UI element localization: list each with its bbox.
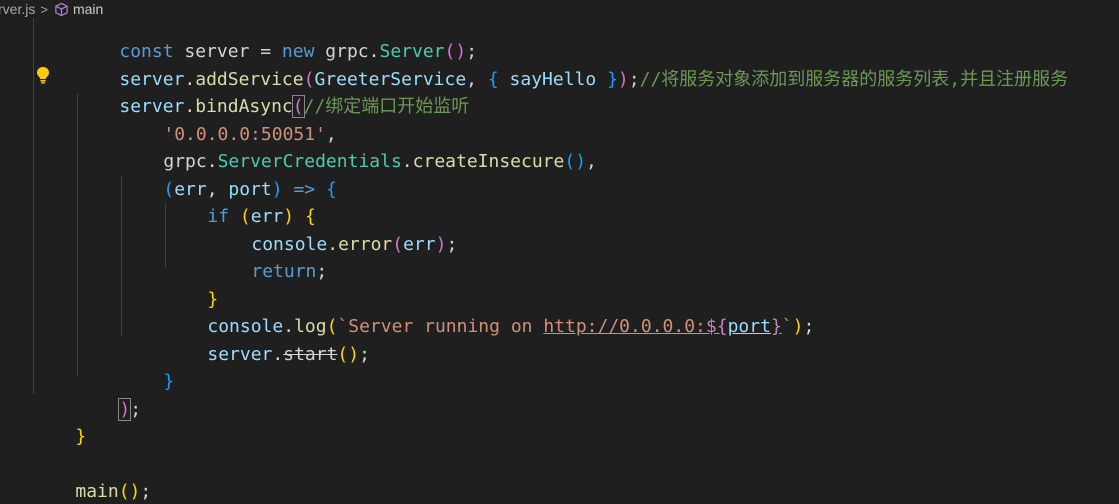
code-line-14: ); (76, 369, 141, 421)
token: ; (130, 399, 142, 420)
code-editor[interactable]: const server = new grpc.Server(); server… (0, 0, 1119, 504)
token: } (163, 371, 175, 392)
token: err (403, 234, 436, 255)
token: } (770, 316, 782, 337)
token: ; (140, 481, 152, 502)
token: , (586, 151, 597, 172)
breadcrumb: rver.js > main (0, 0, 1119, 18)
code-line-9: return; (208, 231, 327, 282)
token: . (401, 151, 413, 172)
code-line-6: (err, port) => { (120, 149, 336, 200)
token: , (466, 69, 488, 90)
lightbulb-icon[interactable] (35, 66, 51, 84)
code-line-15: } (32, 396, 86, 447)
token: error (338, 234, 393, 255)
code-line-13: } (120, 341, 174, 392)
code-line-3: server.bindAsync(//绑定端口开始监听 (76, 66, 469, 118)
token: ( (392, 234, 404, 255)
token: createInsecure (412, 151, 565, 172)
token: server (207, 344, 273, 365)
code-line-8: console.error(err); (208, 204, 457, 255)
token: ) (118, 398, 132, 421)
token: ${ (705, 316, 728, 337)
code-line-4: '0.0.0.0:50051', (120, 94, 336, 145)
deprecated-token: start (283, 344, 338, 365)
token: sayHello (498, 69, 608, 90)
token: ; (628, 69, 640, 90)
token: () (118, 481, 141, 502)
token: . (272, 344, 284, 365)
url-link[interactable]: http://0.0.0.0: (543, 316, 706, 337)
code-line-16: main(); (32, 451, 151, 502)
cube-icon (54, 2, 69, 17)
breadcrumb-file[interactable]: rver.js (0, 1, 35, 17)
token: { (325, 179, 337, 200)
token: { (487, 69, 499, 90)
token: return (251, 261, 317, 282)
code-line-10: } (164, 259, 218, 310)
code-line-12: server.start(); (164, 314, 370, 365)
token: ) (617, 69, 629, 90)
token: . (327, 234, 339, 255)
comment: //将服务对象添加到服务器的服务列表,并且注册服务 (639, 69, 1069, 90)
token: ` (781, 316, 793, 337)
token: ; (446, 234, 458, 255)
token: main (75, 481, 119, 502)
token: ; (803, 316, 815, 337)
code-line-7: if (err) { (164, 176, 315, 227)
token: ) (792, 316, 804, 337)
token: } (607, 69, 618, 90)
token: ) (435, 234, 447, 255)
token: } (75, 426, 87, 447)
token: () (337, 344, 360, 365)
breadcrumb-separator: > (40, 1, 48, 17)
token: ; (316, 261, 328, 282)
breadcrumb-symbol[interactable]: main (73, 1, 103, 17)
indent-guide (33, 18, 34, 394)
code-line-11: console.log(`Server running on http://0.… (164, 286, 814, 337)
token: () (564, 151, 587, 172)
code-line-5: grpc.ServerCredentials.createInsecure(), (120, 121, 597, 172)
token: ; (359, 344, 370, 365)
code-line-2: server.addService(GreeterService, { sayH… (76, 39, 1068, 90)
token: port (727, 316, 771, 337)
